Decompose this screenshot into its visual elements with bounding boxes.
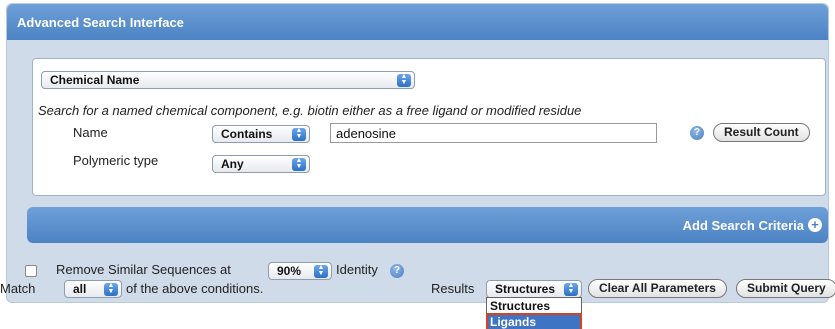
polymeric-type-select[interactable]: Any ▲ ▼ bbox=[212, 155, 310, 173]
add-search-criteria-label: Add Search Criteria bbox=[682, 218, 804, 233]
remove-similar-checkbox[interactable] bbox=[25, 265, 37, 277]
results-option-structures[interactable]: Structures bbox=[487, 298, 581, 314]
match-value: all bbox=[73, 282, 87, 296]
select-arrows-icon: ▲ ▼ bbox=[104, 282, 118, 296]
match-label: Match bbox=[0, 281, 36, 296]
name-input[interactable]: adenosine bbox=[330, 123, 657, 143]
criteria-type-value: Chemical Name bbox=[50, 73, 140, 87]
name-operator-value: Contains bbox=[221, 127, 273, 141]
question-icon[interactable]: ? bbox=[690, 126, 704, 140]
match-suffix-label: of the above conditions. bbox=[126, 281, 264, 296]
select-arrows-icon: ▲ ▼ bbox=[397, 73, 411, 87]
result-count-button[interactable]: Result Count bbox=[713, 123, 810, 142]
identity-label: Identity bbox=[336, 262, 378, 277]
add-search-criteria-bar[interactable]: Add Search Criteria + bbox=[27, 207, 828, 243]
name-label: Name bbox=[73, 125, 108, 140]
panel-title: Advanced Search Interface bbox=[7, 4, 828, 40]
match-select[interactable]: all ▲ ▼ bbox=[64, 280, 122, 298]
advanced-search-panel: Advanced Search Interface Chemical Name … bbox=[6, 3, 829, 303]
criteria-type-select[interactable]: Chemical Name ▲ ▼ bbox=[41, 71, 415, 89]
select-arrows-icon: ▲ ▼ bbox=[292, 127, 306, 141]
results-option-ligands[interactable]: Ligands bbox=[486, 313, 582, 329]
identity-value: 90% bbox=[277, 264, 302, 278]
select-arrows-icon: ▲ ▼ bbox=[292, 157, 306, 171]
results-select[interactable]: Structures ▲ ▼ bbox=[486, 280, 582, 298]
select-arrows-icon: ▲ ▼ bbox=[564, 282, 578, 296]
name-operator-select[interactable]: Contains ▲ ▼ bbox=[212, 125, 310, 143]
remove-similar-label: Remove Similar Sequences at bbox=[56, 262, 231, 277]
results-value: Structures bbox=[495, 282, 556, 296]
select-arrows-icon: ▲ ▼ bbox=[314, 264, 328, 278]
plus-circle-icon[interactable]: + bbox=[808, 218, 822, 232]
polymeric-type-label: Polymeric type bbox=[73, 153, 159, 168]
results-label: Results bbox=[431, 281, 475, 296]
polymeric-type-value: Any bbox=[221, 157, 244, 171]
identity-select[interactable]: 90% ▲ ▼ bbox=[268, 262, 332, 280]
clear-all-parameters-button[interactable]: Clear All Parameters bbox=[588, 279, 727, 298]
question-icon[interactable]: ? bbox=[390, 264, 404, 278]
submit-query-button[interactable]: Submit Query bbox=[736, 279, 835, 298]
criteria-description: Search for a named chemical component, e… bbox=[38, 103, 582, 118]
results-dropdown-list: Structures Ligands bbox=[486, 297, 582, 329]
criteria-box: Chemical Name ▲ ▼ Search for a named chem… bbox=[32, 58, 826, 196]
